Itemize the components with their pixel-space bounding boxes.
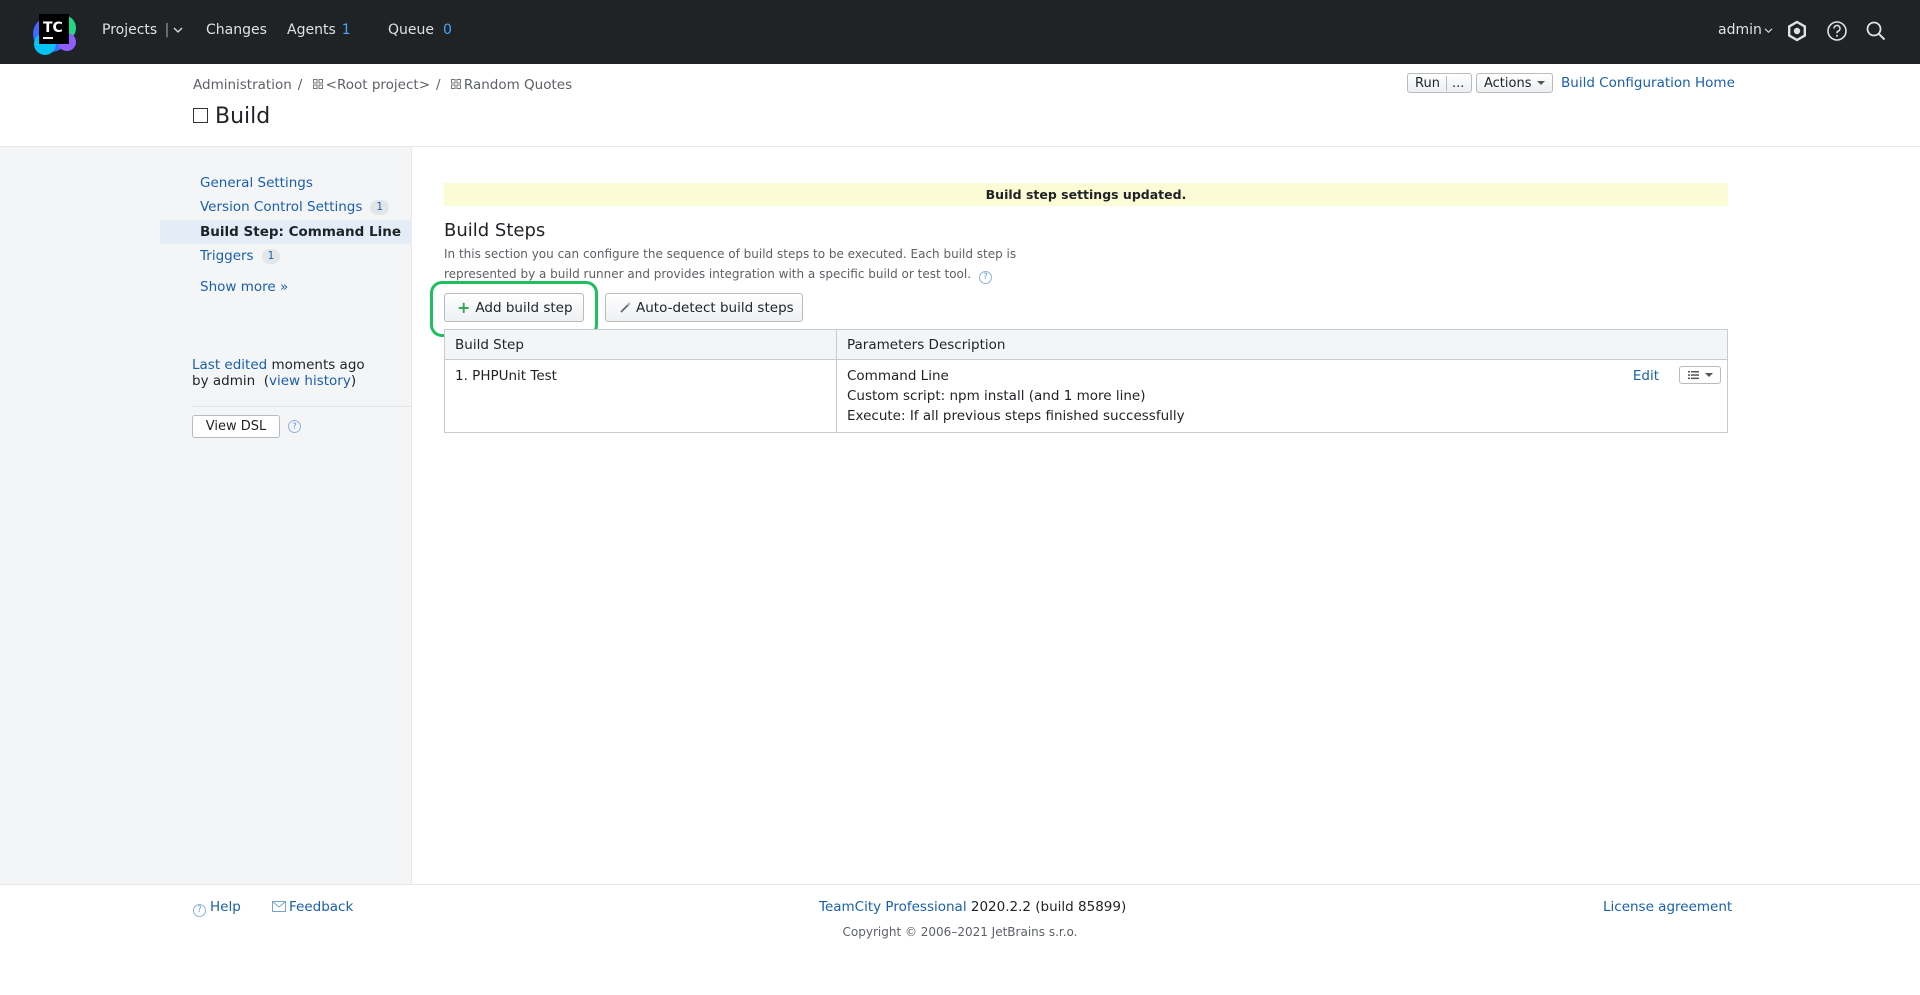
breadcrumb: Administration / <Root project> / Random Q… <box>193 77 573 93</box>
breadcrumb-root-project[interactable]: <Root project> <box>326 77 430 93</box>
last-edited-info: Last edited moments ago by admin (view h… <box>192 357 365 389</box>
license-agreement-link[interactable]: License agreement <box>1603 899 1732 915</box>
footer-feedback-link[interactable]: Feedback <box>272 899 353 915</box>
auto-detect-label: Auto-detect build steps <box>636 299 794 316</box>
edited-by: by admin <box>192 373 256 389</box>
section-description-text: In this section you can configure the se… <box>444 247 1017 281</box>
list-icon <box>1687 371 1699 380</box>
teamcity-logo-icon[interactable]: TC <box>29 6 81 58</box>
breadcrumb-random-quotes[interactable]: Random Quotes <box>464 77 572 93</box>
footer: ? Help Feedback TeamCity Professional 202… <box>0 884 1920 995</box>
help-icon[interactable]: ? <box>288 420 301 433</box>
sidebar-item-triggers[interactable]: Triggers 1 <box>200 248 281 264</box>
footer-product-info: TeamCity Professional 2020.2.2 (build 85… <box>819 899 1126 915</box>
vcs-count-badge: 1 <box>370 200 390 215</box>
help-icon[interactable] <box>1826 20 1848 42</box>
nav-queue[interactable]: Queue 0 <box>388 22 452 38</box>
sidebar-item-build-step[interactable]: Build Step: Command Line <box>200 224 401 240</box>
page-title: Build <box>193 104 270 129</box>
nav-agents-label: Agents <box>287 22 336 38</box>
table-row[interactable]: 1. PHPUnit Test Command Line Custom scri… <box>444 359 1728 433</box>
page-header: Administration / <Root project> / Random Q… <box>0 64 1920 147</box>
chevron-down-icon <box>173 27 183 33</box>
nav-agents[interactable]: Agents 1 <box>287 22 351 38</box>
sidebar-item-general-settings[interactable]: General Settings <box>200 175 313 191</box>
edit-step-link[interactable]: Edit <box>1633 366 1659 386</box>
nav-projects-label: Projects <box>102 22 158 38</box>
view-dsl-button[interactable]: View DSL <box>192 415 280 438</box>
sidebar-show-more-link[interactable]: Show more » <box>200 279 288 295</box>
caret-down-icon <box>1536 81 1545 85</box>
caret-down-icon <box>1704 373 1713 377</box>
sidebar-item-label: Triggers <box>200 248 254 264</box>
page-title-text: Build <box>215 104 271 129</box>
column-header-build-step: Build Step <box>444 329 837 360</box>
help-icon: ? <box>193 903 206 917</box>
view-history-link[interactable]: view history <box>269 373 351 389</box>
top-navigation: TC Projects | Changes Agents 1 Queue 0 adm… <box>0 0 1920 64</box>
nav-projects[interactable]: Projects | <box>102 22 183 38</box>
run-more-button[interactable]: ... <box>1445 75 1464 91</box>
copyright: Copyright © 2006–2021 JetBrains s.r.o. <box>842 925 1078 939</box>
help-icon[interactable]: ? <box>978 270 992 284</box>
footer-help-label: Help <box>210 899 241 915</box>
project-icon <box>312 79 323 89</box>
last-edited-link[interactable]: Last edited <box>192 357 267 373</box>
footer-help-link[interactable]: ? Help <box>193 899 241 917</box>
settings-gear-icon[interactable] <box>1786 20 1808 42</box>
nav-changes[interactable]: Changes <box>206 22 267 38</box>
envelope-icon <box>272 901 286 912</box>
magic-wand-icon <box>620 302 631 313</box>
sidebar-divider <box>192 406 412 407</box>
build-step-name[interactable]: 1. PHPUnit Test <box>444 359 837 433</box>
build-config-checkbox-icon <box>193 108 208 123</box>
breadcrumb-administration[interactable]: Administration <box>193 77 292 93</box>
section-description: In this section you can configure the se… <box>444 244 1084 284</box>
column-header-parameters: Parameters Description <box>836 329 1728 360</box>
project-icon <box>450 79 461 89</box>
step-menu-button[interactable] <box>1679 366 1721 384</box>
nav-queue-label: Queue <box>388 22 434 38</box>
user-name: admin <box>1718 22 1762 38</box>
auto-detect-button[interactable]: Auto-detect build steps <box>605 293 803 322</box>
run-label: Run <box>1415 75 1440 91</box>
triggers-count-badge: 1 <box>261 249 281 264</box>
success-notice: Build step settings updated. <box>444 183 1728 206</box>
logo-text: TC <box>43 20 63 36</box>
user-menu[interactable]: admin <box>1718 22 1773 38</box>
queue-count: 0 <box>443 22 452 38</box>
chevron-down-icon <box>1764 28 1773 34</box>
last-edited-when: moments ago <box>271 357 365 373</box>
agents-count: 1 <box>341 22 351 38</box>
footer-feedback-label: Feedback <box>289 899 354 915</box>
param-execute: Execute: If all previous steps finished … <box>847 408 1185 424</box>
build-configuration-home-link[interactable]: Build Configuration Home <box>1561 75 1735 91</box>
sidebar: General Settings Version Control Setting… <box>0 147 412 884</box>
run-button[interactable]: Run... <box>1407 73 1473 93</box>
param-script: Custom script: npm install (and 1 more l… <box>847 388 1146 404</box>
search-icon[interactable] <box>1865 20 1887 42</box>
section-title: Build Steps <box>444 220 546 241</box>
param-runner: Command Line <box>847 368 949 384</box>
actions-label: Actions <box>1484 75 1532 91</box>
build-step-params: Command Line Custom script: npm install … <box>836 359 1728 433</box>
actions-button[interactable]: Actions <box>1476 73 1553 93</box>
build-steps-table: Build Step Parameters Description 1. PHP… <box>444 329 1728 433</box>
product-link[interactable]: TeamCity Professional <box>819 899 967 915</box>
sidebar-item-version-control[interactable]: Version Control Settings 1 <box>200 199 390 215</box>
sidebar-item-label: Version Control Settings <box>200 199 363 215</box>
product-version: 2020.2.2 (build 85899) <box>970 899 1127 915</box>
